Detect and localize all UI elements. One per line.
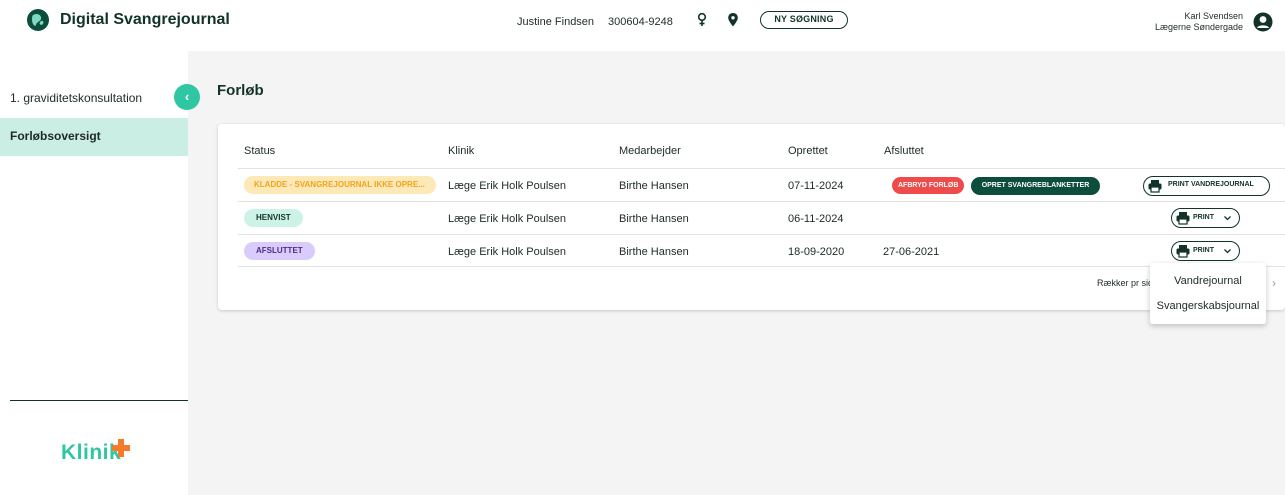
cell-medarbejder: Birthe Hansen	[619, 180, 689, 192]
table-row[interactable]: AFSLUTTET Læge Erik Holk Poulsen Birthe …	[238, 234, 1285, 267]
print-vandrejournal-button[interactable]: PRINT VANDREJOURNAL	[1143, 176, 1270, 196]
cell-klinik: Læge Erik Holk Poulsen	[448, 246, 567, 258]
patient-name: Justine Findsen	[517, 16, 595, 28]
chevron-down-icon	[1223, 247, 1232, 255]
cell-klinik: Læge Erik Holk Poulsen	[448, 180, 567, 192]
table-row[interactable]: KLADDE - SVANGREJOURNAL IKKE OPRE... Læg…	[238, 168, 1285, 201]
print-label: PRINT	[1193, 214, 1214, 221]
cell-oprettet: 06-11-2024	[788, 213, 844, 225]
printer-icon	[1175, 243, 1191, 259]
cell-medarbejder: Birthe Hansen	[619, 246, 689, 258]
status-badge: HENVIST	[244, 209, 303, 227]
table-row[interactable]: HENVIST Læge Erik Holk Poulsen Birthe Ha…	[238, 201, 1285, 234]
printer-icon	[1147, 178, 1163, 194]
column-header-klinik: Klinik	[448, 145, 475, 157]
menu-item-vandrejournal[interactable]: Vandrejournal	[1150, 275, 1266, 287]
print-dropdown-button[interactable]: PRINT	[1171, 241, 1240, 261]
collapse-sidebar-button[interactable]: ‹	[174, 84, 200, 110]
cell-oprettet: 07-11-2024	[788, 180, 844, 192]
print-dropdown-button[interactable]: PRINT	[1171, 208, 1240, 228]
page-title: Forløb	[217, 82, 264, 99]
user-name: Karl Svendsen	[1184, 11, 1243, 21]
column-header-status: Status	[244, 145, 276, 157]
create-forms-button[interactable]: OPRET SVANGREBLANKETTER	[971, 177, 1100, 195]
print-vandrejournal-label: PRINT VANDREJOURNAL	[1168, 181, 1254, 188]
menu-item-svangerskabsjournal[interactable]: Svangerskabsjournal	[1150, 300, 1266, 312]
sidebar-item-label: Forløbsoversigt	[10, 129, 101, 143]
top-header: Digital Svangrejournal Justine Findsen 3…	[0, 0, 1285, 48]
status-badge: KLADDE - SVANGREJOURNAL IKKE OPRE...	[244, 176, 436, 194]
print-label: PRINT	[1193, 247, 1214, 254]
sidebar: 1. graviditetskonsultation Forløbsoversi…	[0, 48, 188, 495]
sidebar-item-graviditetskonsultation[interactable]: 1. graviditetskonsultation	[10, 91, 142, 105]
rows-per-page-label: Rækker pr side	[1097, 278, 1159, 288]
new-search-button[interactable]: NY SØGNING	[760, 11, 848, 29]
app-title: Digital Svangrejournal	[60, 11, 230, 28]
app-logo-icon	[27, 9, 49, 31]
status-badge: AFSLUTTET	[244, 242, 315, 260]
column-header-oprettet: Oprettet	[788, 145, 828, 157]
location-pin-icon[interactable]	[727, 12, 739, 28]
next-page-chevron-icon[interactable]: ›	[1272, 276, 1276, 290]
chevron-down-icon	[1223, 214, 1232, 222]
column-header-medarbejder: Medarbejder	[619, 145, 681, 157]
sidebar-item-forlobsoversigt[interactable]: Forløbsoversigt	[0, 118, 188, 156]
cell-oprettet: 18-09-2020	[788, 246, 845, 258]
female-gender-icon	[696, 12, 708, 28]
user-organization: Lægerne Søndergade	[1154, 22, 1243, 32]
cell-medarbejder: Birthe Hansen	[619, 213, 689, 225]
cell-klinik: Læge Erik Holk Poulsen	[448, 213, 567, 225]
printer-icon	[1175, 210, 1191, 226]
abort-course-button[interactable]: AFBRYD FORLØB	[892, 177, 965, 194]
column-header-afsluttet: Afsluttet	[884, 145, 924, 157]
patient-cpr: 300604-9248	[608, 16, 673, 28]
print-menu: Vandrejournal Svangerskabsjournal	[1150, 263, 1266, 324]
cell-afsluttet: 27-06-2021	[883, 246, 940, 258]
user-avatar-icon[interactable]	[1253, 11, 1273, 33]
chevron-left-icon: ‹	[184, 89, 190, 104]
sidebar-divider	[10, 400, 188, 401]
plus-logo-icon	[111, 438, 131, 458]
